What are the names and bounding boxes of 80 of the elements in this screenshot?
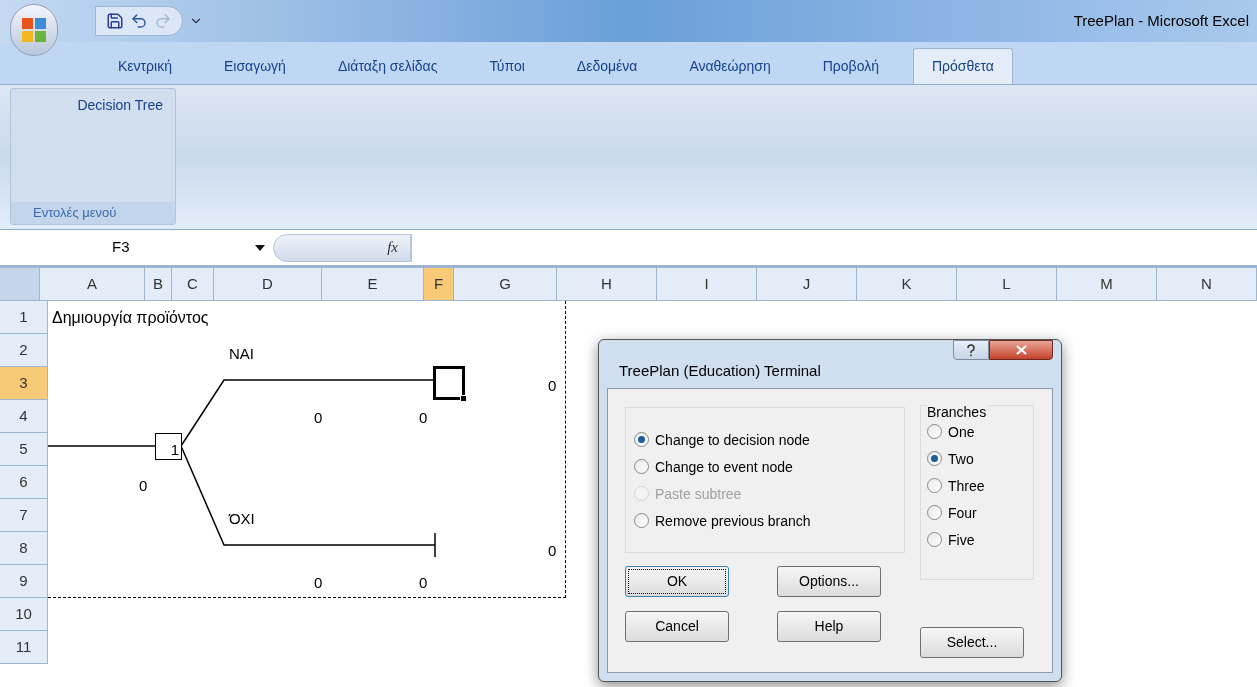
radio-button[interactable] [634, 432, 649, 447]
group-label: Branches [927, 405, 989, 419]
help-icon [966, 343, 976, 357]
radio-button[interactable] [927, 532, 942, 547]
group-label: Εντολές μενού [11, 202, 175, 224]
window-title: TreePlan - Microsoft Excel [1073, 10, 1249, 31]
radio-label: Five [948, 532, 975, 547]
ribbon-tab[interactable]: Κεντρική [100, 48, 190, 84]
radio-button[interactable] [927, 424, 942, 439]
dialog-button[interactable]: Options... [777, 566, 881, 597]
undo-icon[interactable] [130, 12, 148, 30]
cell-text: Δημιουργία προϊόντος [52, 310, 209, 326]
column-header[interactable]: L [957, 268, 1057, 300]
ribbon-tab[interactable]: Τύποι [471, 48, 543, 84]
ribbon-tab[interactable]: Δεδομένα [558, 48, 656, 84]
function-icon[interactable]: fx [387, 236, 398, 259]
radio-label: One [948, 424, 975, 439]
column-header[interactable]: D [214, 268, 322, 300]
column-header[interactable]: B [145, 268, 172, 300]
office-logo-icon [21, 17, 47, 43]
radio-button[interactable] [927, 451, 942, 466]
cell-text: 0 [548, 378, 557, 393]
ribbon-tab[interactable]: Διάταξη σελίδας [319, 48, 456, 84]
save-icon[interactable] [106, 12, 124, 30]
column-header[interactable]: K [857, 268, 957, 300]
cell-text: 0 [314, 575, 323, 590]
ribbon-tab[interactable]: Προβολή [804, 48, 897, 84]
row-header[interactable]: 1 [0, 301, 47, 334]
dialog-button[interactable]: Select... [920, 627, 1024, 658]
radio-label: Paste subtree [655, 486, 742, 501]
column-header[interactable]: J [757, 268, 857, 300]
ribbon-tab[interactable]: Αναθεώρηση [671, 48, 789, 84]
radio-label: Remove previous branch [655, 513, 811, 528]
radio-label: Four [948, 505, 977, 520]
radio-button[interactable] [634, 513, 649, 528]
row-header[interactable]: 4 [0, 400, 47, 433]
close-button[interactable] [989, 340, 1053, 360]
branch-label: NAI [229, 346, 254, 361]
column-header[interactable]: I [657, 268, 757, 300]
dialog-button[interactable]: Cancel [625, 611, 729, 642]
column-header[interactable]: G [454, 268, 557, 300]
dropdown-caret-icon[interactable] [255, 244, 265, 251]
cell-text: 0 [548, 543, 557, 558]
ribbon-tab[interactable]: Πρόσθετα [912, 48, 1013, 84]
radio-label: Change to event node [655, 459, 793, 474]
row-header[interactable]: 7 [0, 499, 47, 532]
dialog-title: TreePlan (Education) Terminal [619, 361, 821, 381]
cell-text: 0 [314, 410, 323, 425]
column-header[interactable]: H [557, 268, 657, 300]
column-header[interactable]: C [172, 268, 214, 300]
column-header[interactable]: M [1057, 268, 1157, 300]
column-header[interactable]: F [424, 268, 454, 300]
ribbon-tab[interactable]: Εισαγωγή [206, 48, 304, 84]
selected-cell[interactable] [433, 366, 465, 400]
help-button[interactable] [953, 340, 989, 360]
dialog-button[interactable]: Help [777, 611, 881, 642]
cell-text: 0 [139, 478, 148, 493]
name-box[interactable]: F3 [0, 236, 200, 259]
cell-text: 0 [419, 575, 428, 590]
row-header[interactable]: 9 [0, 565, 47, 598]
cell-text: 0 [419, 410, 428, 425]
row-header[interactable]: 6 [0, 466, 47, 499]
node-number: 1 [170, 441, 179, 459]
row-header[interactable]: 8 [0, 532, 47, 565]
row-header[interactable]: 10 [0, 598, 47, 631]
branch-label: ΌΧΙ [229, 511, 255, 526]
radio-label: Change to decision node [655, 432, 810, 447]
close-icon [1015, 345, 1027, 355]
radio-button[interactable] [927, 478, 942, 493]
column-header[interactable]: N [1157, 268, 1257, 300]
column-header[interactable]: A [40, 268, 145, 300]
radio-button[interactable] [927, 505, 942, 520]
menu-button[interactable]: Decision Tree [77, 95, 163, 116]
radio-label: Two [948, 451, 974, 466]
row-header[interactable]: 11 [0, 631, 47, 664]
radio-label: Three [948, 478, 985, 493]
radio-button[interactable] [634, 459, 649, 474]
row-header[interactable]: 3 [0, 367, 47, 400]
row-header[interactable]: 5 [0, 433, 47, 466]
dialog-button[interactable]: OK [625, 566, 729, 597]
